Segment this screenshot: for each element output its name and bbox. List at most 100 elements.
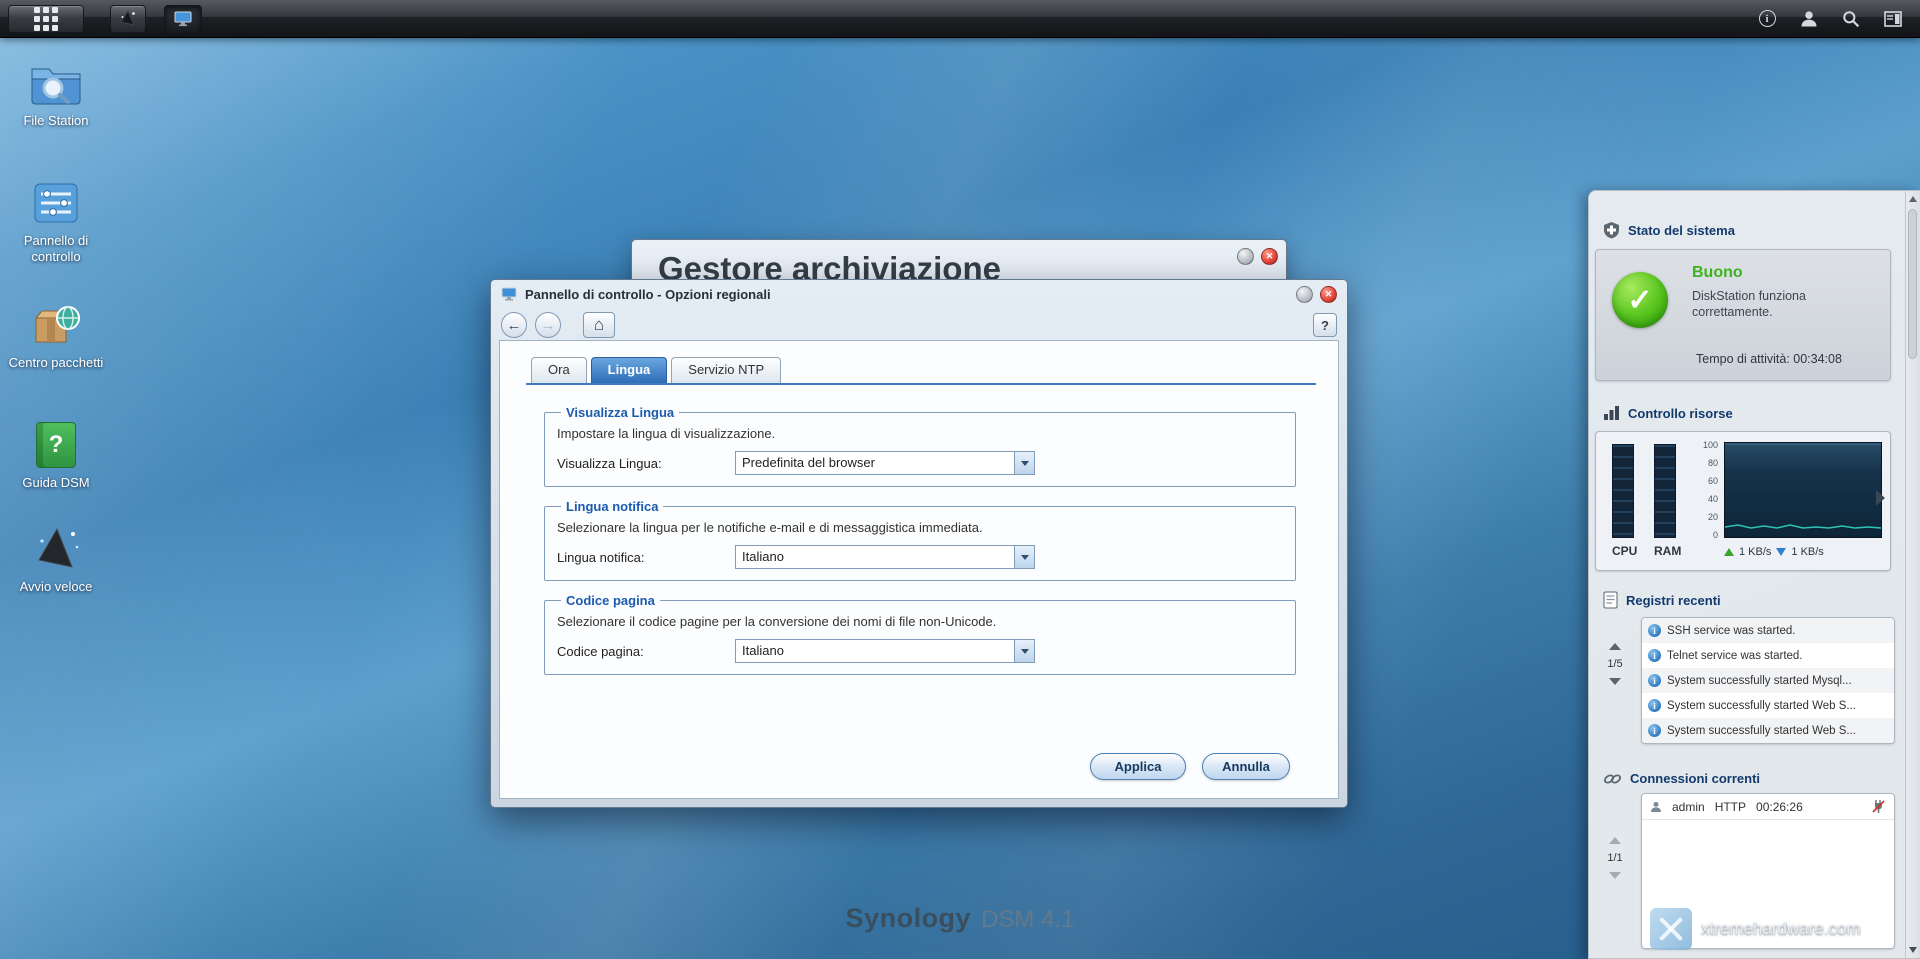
connections-page-up-icon[interactable] — [1609, 837, 1621, 844]
current-connections-widget: admin HTTP 00:26:26 — [1641, 793, 1895, 949]
resource-next-page-arrow[interactable] — [1876, 490, 1885, 506]
log-row[interactable]: i SSH service was started. — [1642, 618, 1894, 643]
connections-pager: 1/1 — [1597, 837, 1633, 879]
desktop-icon-package-center[interactable]: Centro pacchetti — [6, 298, 106, 371]
close-button[interactable]: ✕ — [1320, 286, 1337, 303]
ram-gauge: RAM — [1654, 444, 1676, 558]
bar-chart-icon — [1603, 405, 1620, 421]
search-button[interactable] — [1838, 6, 1864, 32]
log-text: System successfully started Mysql... — [1667, 675, 1852, 687]
tab-ora[interactable]: Ora — [531, 357, 587, 383]
download-rate: 1 KB/s — [1791, 546, 1823, 558]
control-panel-icon — [25, 176, 87, 230]
connection-row[interactable]: admin HTTP 00:26:26 — [1642, 794, 1894, 820]
codepage-select[interactable]: Italiano — [735, 639, 1035, 663]
logs-pager: 1/5 — [1597, 643, 1633, 685]
chevron-down-icon — [1014, 452, 1034, 474]
info-icon: i — [1648, 674, 1661, 687]
log-row[interactable]: i System successfully started Web S... — [1642, 718, 1894, 743]
select-value: Italiano — [736, 546, 1014, 568]
widgets-scrollbar[interactable] — [1905, 191, 1920, 958]
widgets-toggle-button[interactable] — [1880, 6, 1906, 32]
main-menu-grid-icon — [34, 7, 58, 31]
file-station-icon — [25, 56, 87, 110]
tab-underline — [526, 383, 1316, 385]
scrollbar-thumb[interactable] — [1908, 209, 1917, 359]
log-text: System successfully started Web S... — [1667, 725, 1856, 737]
download-arrow-icon — [1776, 548, 1786, 556]
home-icon: ⌂ — [594, 315, 604, 335]
info-button[interactable]: i — [1754, 6, 1780, 32]
tab-lingua[interactable]: Lingua — [591, 357, 668, 383]
field-label: Codice pagina: — [557, 644, 735, 659]
quick-launch-button[interactable] — [110, 5, 146, 33]
upload-rate: 1 KB/s — [1739, 546, 1771, 558]
scroll-down-icon[interactable] — [1909, 947, 1917, 953]
search-icon — [1842, 10, 1860, 28]
log-row[interactable]: i Telnet service was started. — [1642, 643, 1894, 668]
window-toolbar: ← → ⌂ ? — [491, 308, 1347, 342]
shield-icon — [1603, 221, 1620, 239]
scale-tick: 0 — [1713, 530, 1718, 540]
log-document-icon — [1603, 591, 1618, 609]
disconnect-icon[interactable] — [1871, 799, 1886, 814]
dsm-version-text: DSM 4.1 — [981, 906, 1074, 934]
open-app-taskbar-button[interactable] — [164, 5, 202, 33]
section-legend: Codice pagina — [561, 593, 660, 608]
upload-arrow-icon — [1724, 548, 1734, 556]
notification-language-select[interactable]: Italiano — [735, 545, 1035, 569]
dsm-help-icon: ? — [25, 418, 87, 472]
link-icon — [1603, 772, 1622, 786]
cpu-label: CPU — [1612, 544, 1634, 558]
desktop-icon-label: Centro pacchetti — [9, 355, 104, 371]
widget-title: Connessioni correnti — [1630, 771, 1760, 786]
cpu-gauge: CPU — [1612, 444, 1634, 558]
desktop-icon-label: Avvio veloce — [20, 579, 93, 595]
back-button[interactable]: ← — [501, 312, 527, 338]
desktop-icon-file-station[interactable]: File Station — [6, 56, 106, 129]
desktop-icon-dsm-help[interactable]: ? Guida DSM — [6, 418, 106, 491]
cancel-button[interactable]: Annulla — [1202, 753, 1290, 780]
field-label: Lingua notifica: — [557, 550, 735, 565]
scale-tick: 80 — [1708, 458, 1718, 468]
desktop-icon-quick-start[interactable]: Avvio veloce — [6, 522, 106, 595]
log-row[interactable]: i System successfully started Mysql... — [1642, 668, 1894, 693]
scroll-up-icon[interactable] — [1909, 196, 1917, 202]
main-menu-button[interactable] — [8, 5, 84, 33]
select-value: Italiano — [736, 640, 1014, 662]
resource-monitor-widget: CPU RAM 100 80 60 40 20 0 — [1595, 431, 1891, 571]
info-icon: i — [1648, 724, 1661, 737]
quick-start-icon — [25, 522, 87, 576]
close-button[interactable]: ✕ — [1261, 248, 1278, 265]
logs-page-down-icon[interactable] — [1609, 678, 1621, 685]
user-button[interactable] — [1796, 6, 1822, 32]
apply-button[interactable]: Applica — [1090, 753, 1186, 780]
connections-page-down-icon[interactable] — [1609, 872, 1621, 879]
status-value: Buono — [1692, 264, 1743, 282]
network-graph — [1724, 442, 1882, 538]
help-button[interactable]: ? — [1313, 313, 1337, 337]
forward-button[interactable]: → — [535, 312, 561, 338]
minimize-button[interactable] — [1296, 286, 1313, 303]
scale-tick: 100 — [1703, 440, 1718, 450]
desktop: Synology DSM 4.1 File Station — [0, 0, 1920, 959]
connections-page-indicator: 1/1 — [1607, 852, 1622, 864]
minimize-button[interactable] — [1237, 248, 1254, 265]
window-titlebar[interactable]: Pannello di controllo - Opzioni regional… — [491, 280, 1347, 308]
logs-page-indicator: 1/5 — [1607, 658, 1622, 670]
home-button[interactable]: ⌂ — [583, 312, 615, 338]
back-arrow-icon: ← — [507, 317, 522, 334]
scale-tick: 60 — [1708, 476, 1718, 486]
package-center-icon — [25, 298, 87, 352]
codepage-section: Codice pagina Selezionare il codice pagi… — [544, 593, 1296, 675]
display-language-select[interactable]: Predefinita del browser — [735, 451, 1035, 475]
logs-page-up-icon[interactable] — [1609, 643, 1621, 650]
forward-arrow-icon: → — [541, 317, 556, 334]
ram-bar — [1654, 444, 1676, 538]
desktop-icon-control-panel[interactable]: Pannello di controllo — [6, 176, 106, 264]
log-row[interactable]: i System successfully started Web S... — [1642, 693, 1894, 718]
recent-logs-header: Registri recenti — [1603, 591, 1721, 609]
tab-servizio-ntp[interactable]: Servizio NTP — [671, 357, 781, 383]
taskbar-right-icons: i — [1754, 6, 1920, 32]
section-description: Selezionare il codice pagine per la conv… — [557, 614, 1283, 629]
